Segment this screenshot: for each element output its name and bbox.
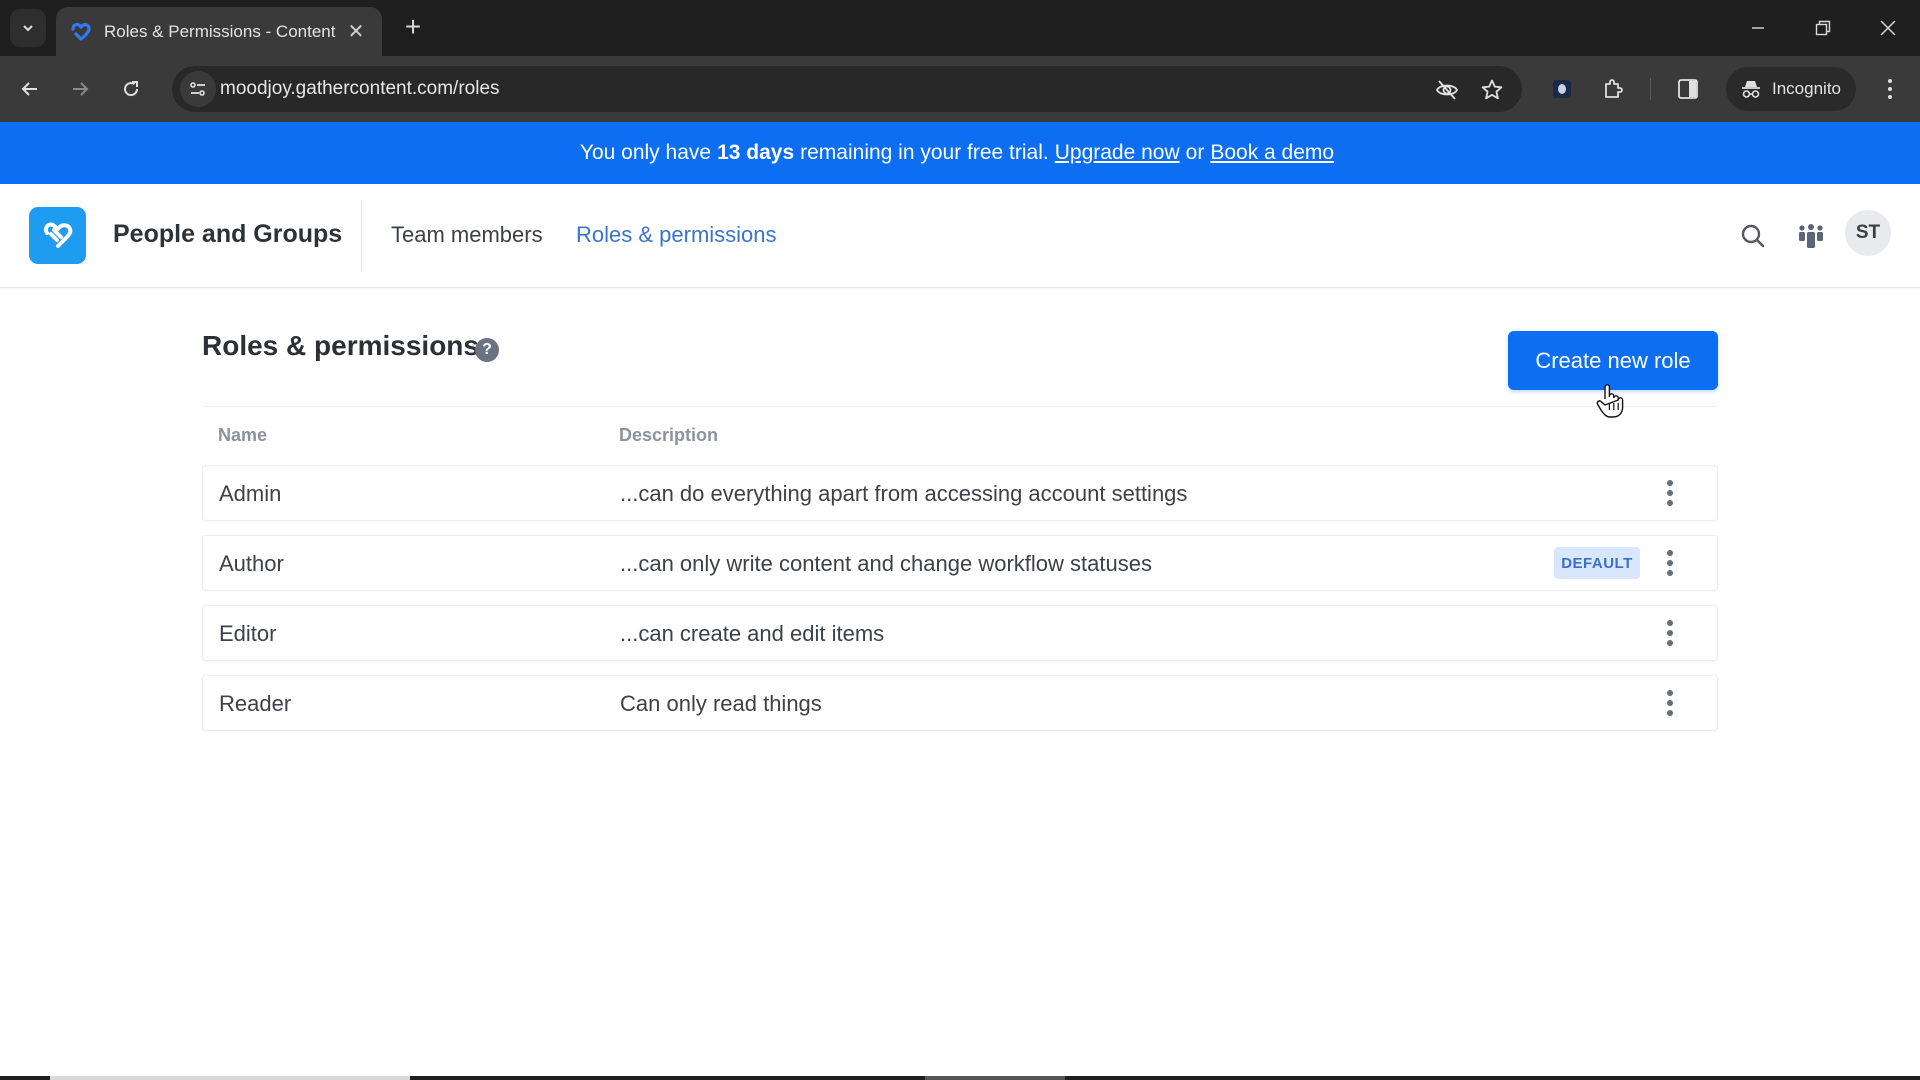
- header-divider: [361, 200, 362, 272]
- tab-search-button[interactable]: [10, 9, 46, 47]
- gathercontent-logo-icon[interactable]: [29, 207, 86, 264]
- forward-button[interactable]: [62, 71, 98, 107]
- help-icon[interactable]: ?: [475, 338, 499, 362]
- minimize-window-icon[interactable]: [1738, 12, 1778, 44]
- user-avatar[interactable]: ST: [1845, 210, 1891, 256]
- side-panel-icon[interactable]: [1672, 73, 1704, 105]
- tab-team-members[interactable]: Team members: [391, 222, 543, 248]
- column-header-description: Description: [619, 425, 719, 445]
- team-groups-icon[interactable]: [1793, 218, 1829, 254]
- restore-window-icon[interactable]: [1803, 12, 1843, 44]
- extension-icon[interactable]: [1546, 73, 1578, 105]
- url-text[interactable]: moodjoy.gathercontent.com/roles: [220, 78, 500, 100]
- bottom-bar-segment: [925, 1076, 1065, 1080]
- role-row-reader[interactable]: Reader Can only read things: [202, 675, 1718, 731]
- role-description: ...can create and edit items: [620, 621, 885, 646]
- role-name: Admin: [219, 481, 282, 506]
- more-options-icon[interactable]: [1655, 616, 1685, 650]
- column-header-name: Name: [218, 425, 268, 445]
- title-divider: [202, 406, 1718, 407]
- app-title: People and Groups: [113, 220, 343, 248]
- gathercontent-favicon-icon: [70, 21, 92, 43]
- bottom-edge-bar: [0, 1076, 1920, 1080]
- incognito-indicator[interactable]: Incognito: [1726, 67, 1856, 111]
- bottom-bar-segment: [50, 1076, 410, 1080]
- more-options-icon[interactable]: [1655, 686, 1685, 720]
- tab-close-icon[interactable]: ✕: [344, 19, 368, 44]
- page-title: Roles & permissions: [202, 330, 479, 361]
- bookmark-star-icon[interactable]: [1479, 77, 1505, 103]
- new-tab-button[interactable]: +: [397, 11, 429, 43]
- role-description: ...can only write content and change wor…: [620, 551, 1152, 576]
- tune-icon: [190, 82, 205, 96]
- eye-off-icon[interactable]: [1434, 77, 1460, 103]
- role-name: Editor: [219, 621, 277, 646]
- toolbar-divider: [1650, 78, 1651, 100]
- default-badge: DEFAULT: [1554, 547, 1640, 579]
- hand-pointer-cursor-icon: [1596, 384, 1624, 418]
- banner-days-remaining: 13 days: [717, 141, 795, 164]
- role-description: ...can do everything apart from accessin…: [620, 481, 1188, 506]
- role-name: Author: [219, 551, 284, 576]
- role-row-admin[interactable]: Admin ...can do everything apart from ac…: [202, 465, 1718, 521]
- upgrade-now-link[interactable]: Upgrade now: [1055, 141, 1180, 165]
- arrow-right-icon: [73, 82, 89, 96]
- more-options-icon[interactable]: [1655, 476, 1685, 510]
- reload-button[interactable]: [113, 71, 149, 107]
- create-new-role-button[interactable]: Create new role: [1508, 331, 1718, 390]
- search-icon[interactable]: [1735, 218, 1771, 254]
- incognito-label: Incognito: [1772, 79, 1841, 98]
- role-name: Reader: [219, 691, 292, 716]
- banner-text-before: You only have: [579, 141, 712, 164]
- role-description: Can only read things: [620, 691, 822, 716]
- banner-or-text: or: [1185, 141, 1205, 164]
- site-info-button[interactable]: [180, 71, 216, 107]
- chevron-down-icon: [23, 25, 33, 32]
- banner-text-after: remaining in your free trial.: [800, 141, 1049, 164]
- browser-tab-strip: Roles & Permissions - Content ✕ +: [0, 0, 1920, 56]
- close-window-icon[interactable]: [1868, 12, 1908, 44]
- browser-tab-active[interactable]: Roles & Permissions - Content ✕: [56, 7, 382, 56]
- reload-icon: [124, 81, 139, 97]
- browser-toolbar: moodjoy.gathercontent.com/roles Incognit…: [0, 56, 1920, 122]
- app-header: People and Groups Team members Roles & p…: [0, 184, 1920, 288]
- role-row-editor[interactable]: Editor ...can create and edit items: [202, 605, 1718, 661]
- tab-title: Roles & Permissions - Content: [104, 21, 336, 41]
- book-demo-link[interactable]: Book a demo: [1210, 141, 1334, 165]
- browser-menu-icon[interactable]: [1874, 73, 1906, 105]
- role-row-author[interactable]: Author ...can only write content and cha…: [202, 535, 1718, 591]
- back-button[interactable]: [12, 71, 48, 107]
- address-bar[interactable]: moodjoy.gathercontent.com/roles: [172, 66, 1522, 112]
- trial-banner: You only have 13 days remaining in your …: [0, 122, 1920, 184]
- tab-roles-permissions[interactable]: Roles & permissions: [576, 222, 777, 248]
- extensions-puzzle-icon[interactable]: [1597, 73, 1629, 105]
- incognito-icon: [1742, 81, 1760, 98]
- more-options-icon[interactable]: [1655, 546, 1685, 580]
- arrow-left-icon: [21, 82, 37, 96]
